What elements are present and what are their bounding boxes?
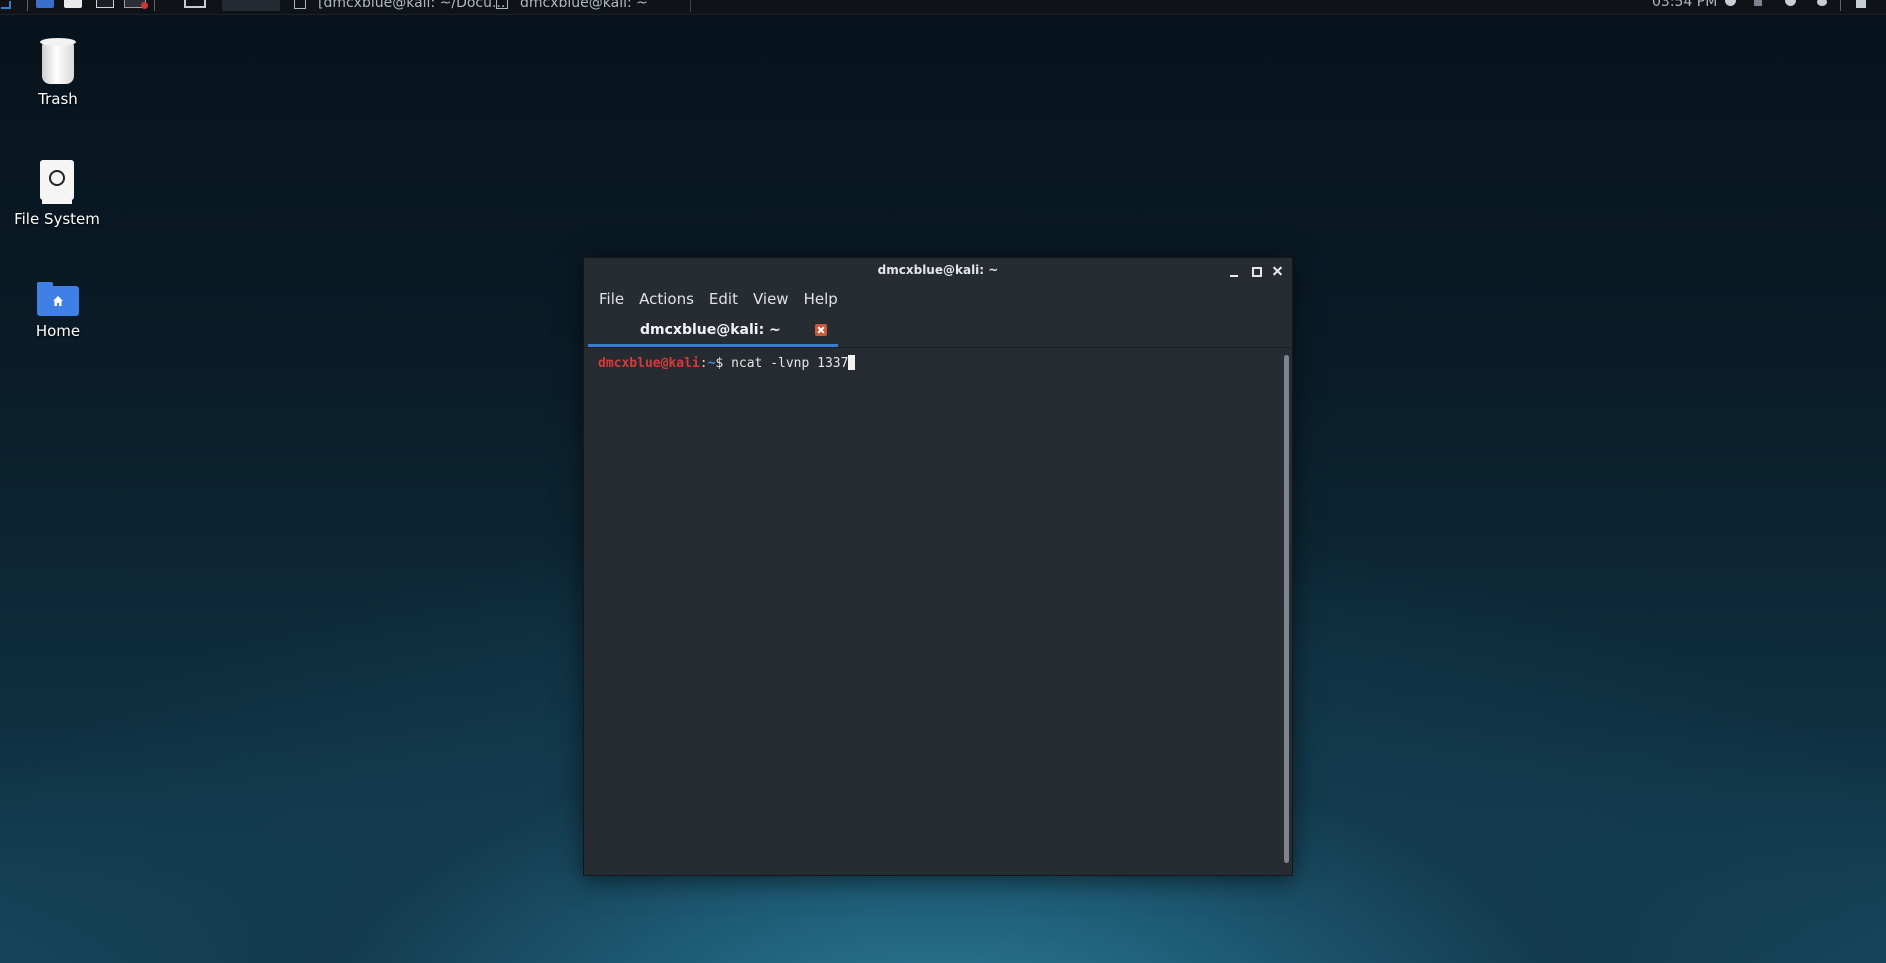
text-cursor <box>848 355 856 370</box>
command-text: ncat -lvnp 1337 <box>731 356 849 371</box>
menu-file[interactable]: File <box>592 290 632 310</box>
prompt-user: dmcxblue@kali <box>598 356 700 371</box>
window-icon <box>496 0 508 9</box>
prompt-symbol: $ <box>715 356 732 371</box>
scrollbar-thumb[interactable] <box>1284 355 1289 863</box>
taskbar-item-label: [dmcxblue@kali: ~/Docu... <box>318 0 506 11</box>
notification-bell-icon[interactable] <box>1785 0 1796 6</box>
drive-icon <box>40 160 74 204</box>
menu-bar: File Actions Edit View Help <box>592 290 846 310</box>
taskbar-item-terminal[interactable]: dmcxblue@kali: ~ <box>496 0 648 11</box>
prompt-colon: : <box>699 356 708 371</box>
desktop-icon-label: Home <box>35 322 81 340</box>
desktop-icon-home[interactable]: Home <box>1 282 115 340</box>
lock-screen-icon[interactable] <box>1856 0 1866 8</box>
minimize-icon[interactable] <box>1227 263 1243 279</box>
tab-bar: dmcxblue@kali: ~ <box>588 320 1288 348</box>
desktop-icon-trash[interactable]: Trash <box>1 38 115 108</box>
prompt-line: dmcxblue@kali:~$ ncat -lvnp 1337 <box>598 355 856 371</box>
terminal-output[interactable]: dmcxblue@kali:~$ ncat -lvnp 1337 <box>587 349 1277 869</box>
panel-separator <box>690 0 691 12</box>
top-panel: [dmcxblue@kali: ~/Docu... dmcxblue@kali:… <box>0 0 1886 15</box>
clock[interactable]: 03:54 PM <box>1652 0 1717 10</box>
file-manager-launcher-icon[interactable] <box>36 0 54 8</box>
screen-recorder-launcher-icon[interactable] <box>124 0 148 9</box>
trash-icon <box>40 38 76 84</box>
text-editor-launcher-icon[interactable] <box>64 0 82 8</box>
taskbar-item-documents[interactable]: [dmcxblue@kali: ~/Docu... <box>294 0 506 11</box>
menu-help[interactable]: Help <box>797 290 846 310</box>
desktop-icon-label: File System <box>14 210 100 228</box>
network-icon[interactable] <box>1725 0 1736 6</box>
kali-menu-icon[interactable] <box>0 0 14 14</box>
panel-separator <box>1840 0 1841 11</box>
tab-terminal[interactable]: dmcxblue@kali: ~ <box>588 320 838 348</box>
window-icon <box>294 0 306 9</box>
panel-separator <box>27 0 28 11</box>
taskbar-item-label: dmcxblue@kali: ~ <box>520 0 648 11</box>
workspace-switcher-icon[interactable] <box>184 0 206 8</box>
scrollbar[interactable] <box>1281 349 1291 871</box>
power-icon[interactable] <box>1817 0 1827 6</box>
workspace-1[interactable] <box>222 0 280 11</box>
terminal-window: dmcxblue@kali: ~ File Actions Edit View … <box>583 257 1293 876</box>
window-title: dmcxblue@kali: ~ <box>877 263 999 277</box>
desktop-icon-label: Trash <box>38 90 78 108</box>
tab-close-icon[interactable] <box>815 324 827 336</box>
panel-separator <box>154 0 155 11</box>
home-folder-icon <box>37 282 79 316</box>
volume-icon[interactable] <box>1754 0 1762 6</box>
menu-view[interactable]: View <box>746 290 797 310</box>
terminal-launcher-icon[interactable] <box>96 0 114 8</box>
divider <box>584 347 1292 348</box>
tab-label: dmcxblue@kali: ~ <box>640 322 781 338</box>
menu-edit[interactable]: Edit <box>702 290 746 310</box>
close-icon[interactable] <box>1270 263 1286 279</box>
menu-actions[interactable]: Actions <box>632 290 702 310</box>
maximize-icon[interactable] <box>1249 263 1265 279</box>
window-titlebar[interactable]: dmcxblue@kali: ~ <box>584 258 1292 284</box>
desktop-icon-file-system[interactable]: File System <box>0 160 114 228</box>
